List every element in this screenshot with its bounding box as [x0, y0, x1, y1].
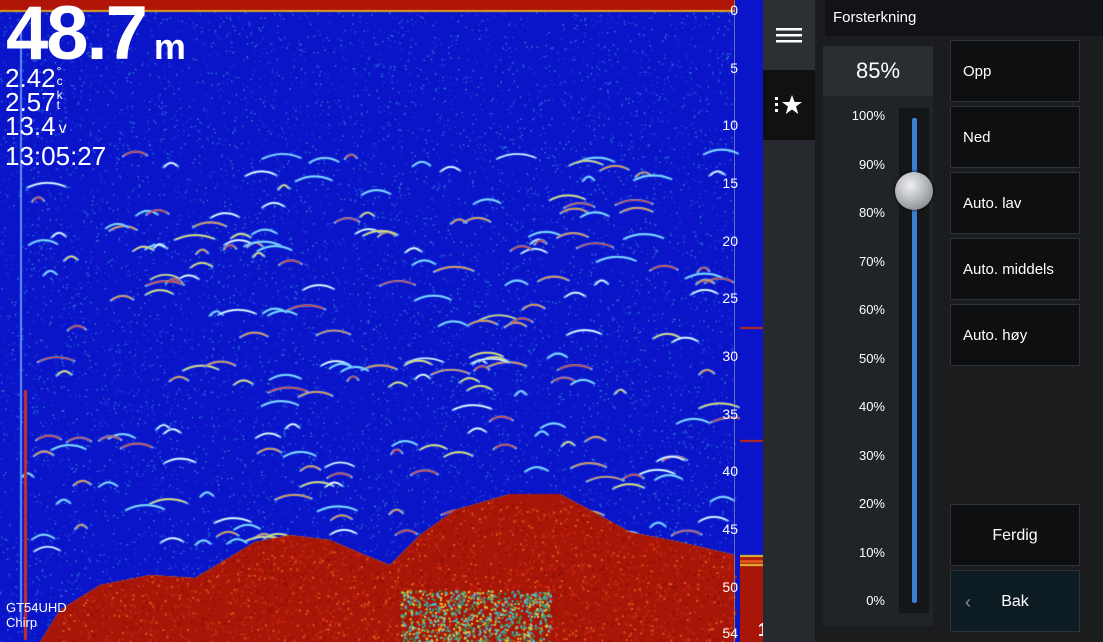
gain-scale-label: 60%	[858, 302, 885, 317]
depth-tick-label: 10	[722, 117, 738, 134]
gain-scale-label: 0%	[866, 593, 885, 608]
depth-tick-label: 30	[722, 348, 738, 365]
time-value: 13:05:27	[5, 141, 107, 171]
gain-scale-labels: 100% 90% 80% 70% 60% 50% 40% 30% 20% 10% 0%	[823, 106, 885, 626]
gain-scale-label: 80%	[858, 205, 885, 220]
auto-high-button[interactable]: Auto. høy	[950, 304, 1080, 366]
voltage-value: 13.4	[5, 111, 56, 141]
speed-unit-bottom: t	[56, 98, 60, 112]
voltage-unit: v	[58, 120, 67, 137]
gain-slider-knob[interactable]	[895, 171, 933, 210]
auto-medium-button[interactable]: Auto. middels	[950, 238, 1080, 300]
depth-scale: 0 5 10 15 20 25 30 35 40 45 50 54	[700, 0, 738, 642]
voltage-row: 13.4 v	[5, 111, 106, 144]
gain-scale-label: 30%	[858, 447, 885, 463]
hamburger-menu-icon	[776, 28, 802, 43]
gain-up-button[interactable]: Opp	[950, 40, 1080, 102]
depth-tick-label: 20	[722, 232, 738, 249]
depth-tick-label: 25	[722, 290, 738, 307]
depth-tick-label: 0	[730, 2, 738, 18]
depth-tick-label: 15	[722, 175, 738, 192]
gain-down-button[interactable]: Ned	[950, 106, 1080, 168]
gain-scale-label: 90%	[858, 156, 885, 172]
depth-tick-label: 50	[722, 578, 738, 595]
back-button[interactable]: ‹ Bak	[950, 570, 1080, 632]
chevron-left-icon: ‹	[965, 592, 971, 612]
favorites-button[interactable]	[763, 70, 815, 140]
gain-panel: Forsterkning 85% 100% 90% 80% 70% 60% 50% 40% 3…	[815, 0, 1103, 642]
speed-unit: kt	[56, 89, 63, 112]
depth-tick-label: 40	[722, 463, 738, 480]
done-button[interactable]: Ferdig	[950, 504, 1080, 566]
gain-scale-label: 40%	[858, 399, 885, 414]
temp-unit-bottom: c	[56, 74, 63, 88]
gain-scale-label: 10%	[858, 544, 885, 560]
sonar-history-view[interactable]	[0, 0, 763, 642]
depth-tick-label: 54	[722, 625, 738, 641]
data-readouts: 2.42 ° c 2.57 kt 13.4 v 13:05:27	[5, 65, 107, 171]
panel-title: Forsterkning	[825, 0, 1103, 36]
gain-scale-label: 50%	[858, 350, 885, 366]
transducer-info: GT54UHD Chirp	[6, 600, 67, 630]
gain-value-display: 85%	[823, 46, 933, 96]
transducer-name: GT54UHD	[6, 600, 67, 615]
menu-button[interactable]	[763, 0, 815, 70]
time-row: 13:05:27	[5, 141, 107, 171]
gain-scale-label: 70%	[858, 253, 885, 269]
back-label: Bak	[1001, 593, 1029, 610]
favorites-star-icon	[775, 95, 802, 114]
depth-tick-label: 45	[722, 521, 738, 538]
gain-slider-box: 85% 100% 90% 80% 70% 60% 50% 40% 30% 20% 10% 0%	[823, 46, 933, 626]
auto-low-button[interactable]: Auto. lav	[950, 172, 1080, 234]
gain-scale-label: 100%	[851, 108, 885, 123]
sonar-mode: Chirp	[6, 615, 38, 630]
depth-tick-label: 5	[730, 59, 738, 76]
depth-tick-label: 35	[722, 405, 738, 422]
depth-unit: m	[153, 26, 186, 67]
gain-scale-label: 20%	[858, 496, 885, 511]
side-menu	[763, 0, 815, 642]
water-temp-unit: ° c	[56, 65, 63, 88]
